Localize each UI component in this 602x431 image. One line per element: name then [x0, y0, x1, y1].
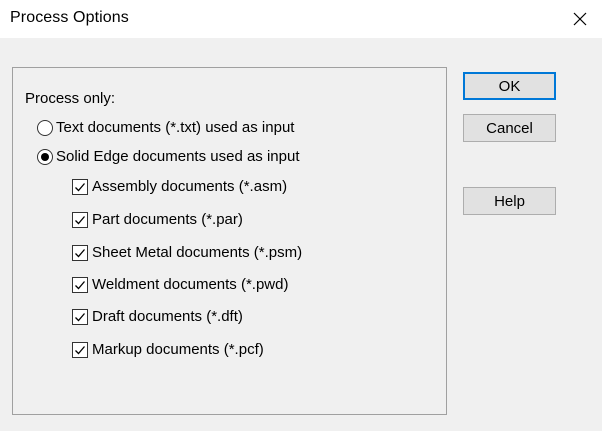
radio-text-documents[interactable]: Text documents (*.txt) used as input — [37, 119, 294, 136]
checkmark-icon — [75, 182, 85, 191]
radio-text-documents-label: Text documents (*.txt) used as input — [56, 119, 295, 136]
checkbox-checked[interactable] — [72, 211, 88, 228]
radio-button-unselected[interactable] — [37, 119, 53, 136]
checkbox-checked[interactable] — [72, 308, 88, 325]
checkmark-icon — [75, 248, 85, 257]
process-only-label: Process only: — [25, 90, 116, 107]
checkmark-icon — [75, 312, 85, 321]
checkbox-checked[interactable] — [72, 341, 88, 358]
radio-button-selected[interactable] — [37, 148, 53, 165]
radio-selected-dot — [41, 152, 49, 161]
dialog-title: Process Options — [10, 9, 129, 26]
checkbox-sheet-metal-documents[interactable]: Sheet Metal documents (*.psm) — [72, 244, 302, 261]
close-icon — [573, 12, 587, 26]
cancel-button[interactable]: Cancel — [463, 114, 556, 142]
close-button[interactable] — [564, 4, 596, 34]
checkmark-icon — [75, 345, 85, 354]
checkbox-weldment-documents-label: Weldment documents (*.pwd) — [92, 276, 289, 293]
radio-solid-edge-documents[interactable]: Solid Edge documents used as input — [37, 148, 300, 165]
checkbox-assembly-documents[interactable]: Assembly documents (*.asm) — [72, 178, 287, 195]
help-button[interactable]: Help — [463, 187, 556, 215]
title-bar: Process Options — [0, 0, 602, 38]
checkbox-draft-documents[interactable]: Draft documents (*.dft) — [72, 308, 243, 325]
checkmark-icon — [75, 280, 85, 289]
checkbox-checked[interactable] — [72, 244, 88, 261]
checkmark-icon — [75, 215, 85, 224]
checkbox-markup-documents-label: Markup documents (*.pcf) — [92, 341, 264, 358]
checkbox-sheet-metal-documents-label: Sheet Metal documents (*.psm) — [92, 244, 303, 261]
checkbox-weldment-documents[interactable]: Weldment documents (*.pwd) — [72, 276, 288, 293]
checkbox-part-documents-label: Part documents (*.par) — [92, 211, 243, 228]
radio-solid-edge-documents-label: Solid Edge documents used as input — [56, 148, 300, 165]
checkbox-assembly-documents-label: Assembly documents (*.asm) — [92, 178, 288, 195]
checkbox-draft-documents-label: Draft documents (*.dft) — [92, 308, 243, 325]
ok-button[interactable]: OK — [463, 72, 556, 100]
checkbox-checked[interactable] — [72, 276, 88, 293]
checkbox-part-documents[interactable]: Part documents (*.par) — [72, 211, 243, 228]
checkbox-checked[interactable] — [72, 178, 88, 195]
checkbox-markup-documents[interactable]: Markup documents (*.pcf) — [72, 341, 264, 358]
